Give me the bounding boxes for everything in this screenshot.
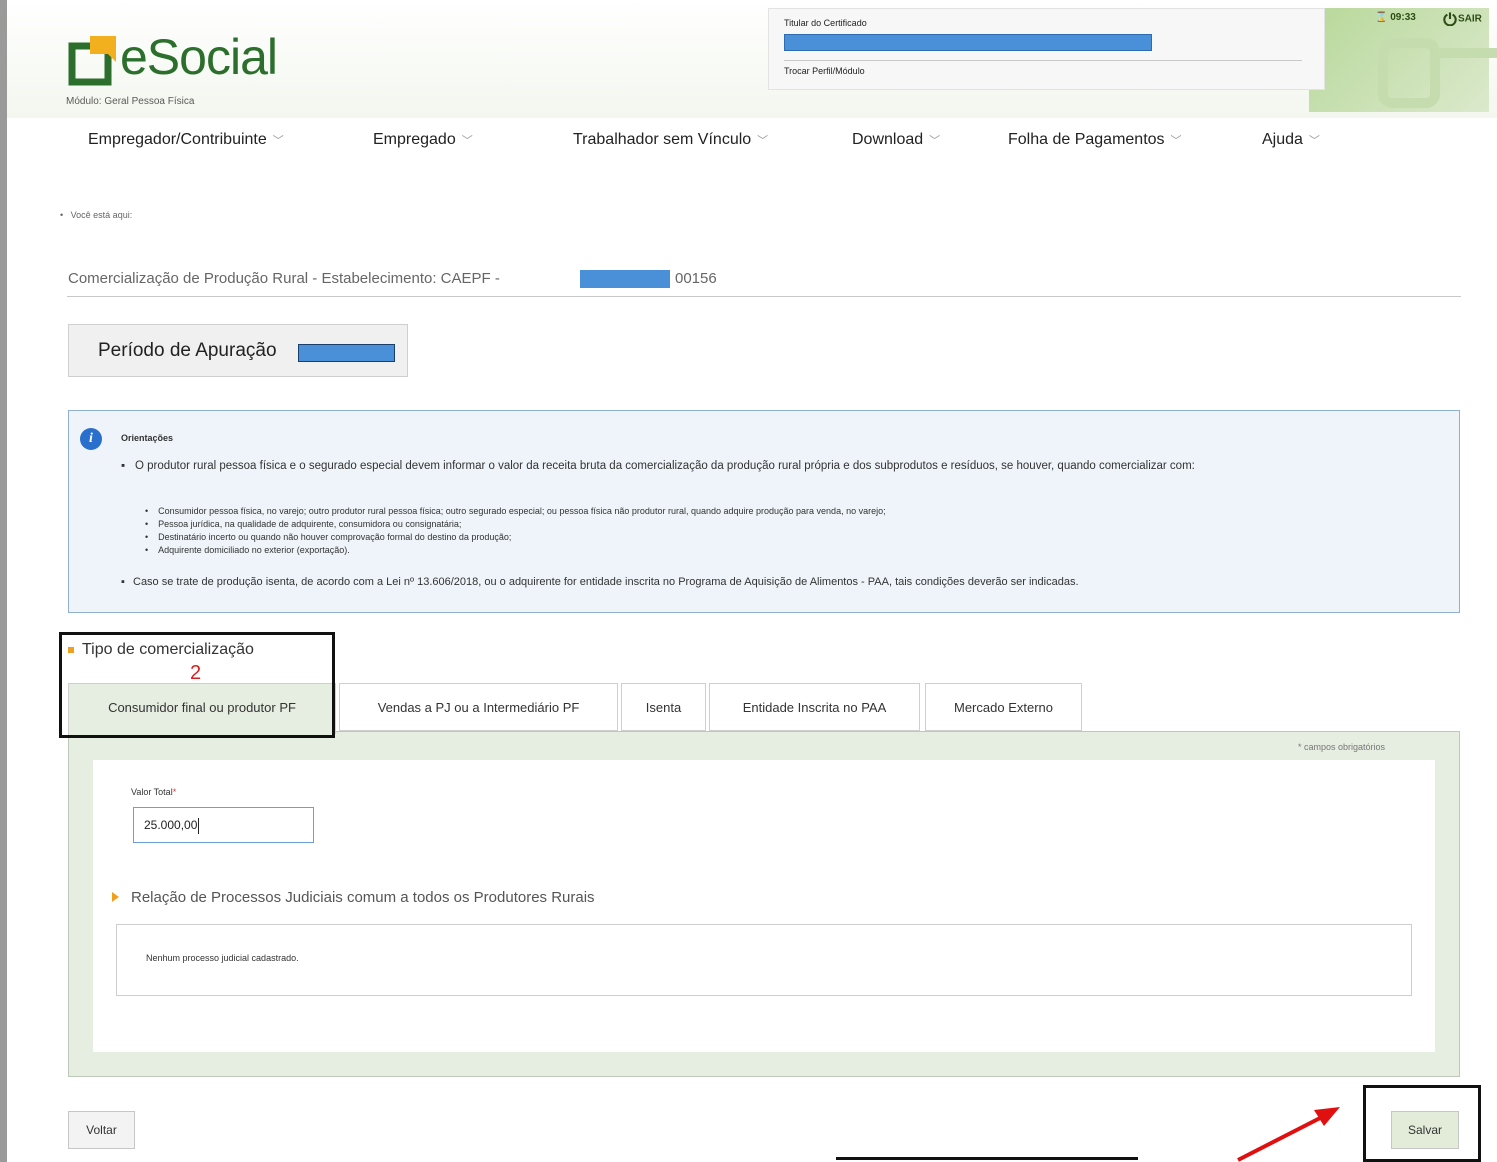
list-item-text: Destinatário incerto ou quando não houve… (158, 532, 512, 542)
list-item: • Pessoa jurídica, na qualidade de adqui… (145, 519, 462, 529)
orientacoes-p1: O produtor rural pessoa física e o segur… (135, 460, 1195, 472)
tab-label: Entidade Inscrita no PAA (742, 699, 887, 715)
menu-empregador[interactable]: Empregador/Contribuinte ﹀ (88, 131, 284, 149)
bullet: ▪ (121, 576, 125, 588)
title-divider (67, 296, 1461, 297)
session-time: 09:33 (1390, 12, 1416, 23)
chevron-down-icon: ﹀ (461, 135, 473, 147)
session-timer: ⌛ 09:33 (1375, 12, 1416, 23)
chevron-down-icon: ﹀ (272, 135, 284, 147)
processos-list (116, 924, 1412, 996)
orientacoes-paragraph: ▪ Caso se trate de produção isenta, de ac… (121, 576, 1421, 588)
list-item: • Consumidor pessoa física, no varejo; o… (145, 506, 886, 516)
menu-empregado[interactable]: Empregado ﹀ (373, 131, 473, 149)
annotation-line (836, 1157, 1138, 1160)
orientacoes-paragraph: ▪ O produtor rural pessoa física e o segu… (121, 459, 1421, 474)
expand-arrow-icon[interactable] (112, 892, 119, 902)
menu-label: Download (852, 131, 924, 148)
form-area (93, 760, 1435, 1052)
tab-label: Vendas a PJ ou a Intermediário PF (377, 699, 580, 715)
list-item-text: Adquirente domiciliado no exterior (expo… (158, 545, 350, 555)
annotation-highlight-save (1363, 1085, 1481, 1162)
menu-label: Empregado (373, 131, 456, 148)
exit-button[interactable]: SAIR (1442, 12, 1482, 27)
exit-label: SAIR (1458, 13, 1482, 25)
annotation-highlight-tab (59, 632, 335, 738)
orientacoes-list: • Consumidor pessoa física, no varejo; o… (145, 505, 1435, 557)
chevron-down-icon: ﹀ (929, 135, 941, 147)
power-icon (1443, 12, 1457, 27)
tab-entidade-paa[interactable]: Entidade Inscrita no PAA (709, 683, 920, 731)
annotation-arrow-icon (1237, 1107, 1340, 1162)
menu-label: Ajuda (1262, 131, 1303, 148)
list-item-text: Pessoa jurídica, na qualidade de adquire… (158, 519, 462, 529)
list-item: • Destinatário incerto ou quando não hou… (145, 532, 512, 542)
hourglass-icon: ⌛ (1375, 12, 1388, 23)
menu-label: Empregador/Contribuinte (88, 131, 267, 148)
window-edge (0, 0, 7, 1162)
required-fields-note: * campos obrigatórios (1298, 742, 1386, 752)
period-label: Período de Apuração (98, 340, 277, 361)
menu-trabalhador-sem-vinculo[interactable]: Trabalhador sem Vínculo ﹀ (573, 131, 768, 149)
info-icon: i (80, 428, 102, 450)
breadcrumb: • Você está aqui: (60, 210, 133, 220)
breadcrumb-label: Você está aqui: (70, 210, 133, 220)
processos-title[interactable]: Relação de Processos Judiciais comum a t… (131, 889, 595, 906)
header-decoration-frame (1378, 38, 1440, 108)
caepf-redacted (580, 270, 670, 288)
menu-ajuda[interactable]: Ajuda ﹀ (1262, 131, 1320, 149)
logo-text: eSocial (120, 29, 278, 85)
certificate-holder-redacted (784, 34, 1152, 51)
menu-folha-de-pagamentos[interactable]: Folha de Pagamentos ﹀ (1008, 131, 1182, 149)
menu-label: Trabalhador sem Vínculo (573, 131, 752, 148)
module-label: Módulo: Geral Pessoa Física (66, 96, 195, 107)
page-title-prefix: Comercialização de Produção Rural - Esta… (68, 270, 500, 287)
tab-label: Mercado Externo (954, 699, 1053, 715)
tab-isenta[interactable]: Isenta (621, 683, 706, 731)
chevron-down-icon: ﹀ (1308, 135, 1320, 147)
chevron-down-icon: ﹀ (757, 135, 769, 147)
list-item: • Adquirente domiciliado no exterior (ex… (145, 545, 350, 555)
period-value-redacted (298, 344, 395, 362)
menu-label: Folha de Pagamentos (1008, 131, 1165, 148)
back-button[interactable]: Voltar (68, 1111, 135, 1149)
certificate-label: Titular do Certificado (784, 18, 867, 28)
page-title-suffix: 00156 (675, 270, 717, 287)
tab-mercado-externo[interactable]: Mercado Externo (925, 683, 1082, 731)
valor-total-text: Valor Total (131, 787, 173, 797)
valor-total-label: Valor Total* (131, 787, 176, 797)
text-cursor (198, 817, 200, 834)
required-star: * (172, 787, 177, 797)
tab-vendas-pj[interactable]: Vendas a PJ ou a Intermediário PF (339, 683, 618, 731)
orientacoes-p2: Caso se trate de produção isenta, de aco… (133, 576, 1079, 588)
header-decoration-line (1440, 48, 1497, 58)
back-label: Voltar (86, 1123, 117, 1137)
chevron-down-icon: ﹀ (1170, 135, 1182, 147)
esocial-logo-icon (68, 36, 116, 86)
processos-empty-message: Nenhum processo judicial cadastrado. (146, 953, 299, 963)
valor-total-value: 25.000,00 (144, 818, 198, 832)
bullet: ▪ (121, 460, 126, 472)
tab-label: Isenta (645, 699, 682, 715)
page-title: Comercialização de Produção Rural - Esta… (68, 270, 500, 287)
menu-download[interactable]: Download ﹀ (852, 131, 940, 149)
certificate-divider (784, 60, 1302, 61)
switch-profile-link[interactable]: Trocar Perfil/Módulo (784, 66, 865, 76)
orientacoes-title: Orientações (121, 433, 174, 443)
valor-total-input[interactable]: 25.000,00 (133, 807, 314, 843)
list-item-text: Consumidor pessoa física, no varejo; out… (158, 506, 886, 516)
